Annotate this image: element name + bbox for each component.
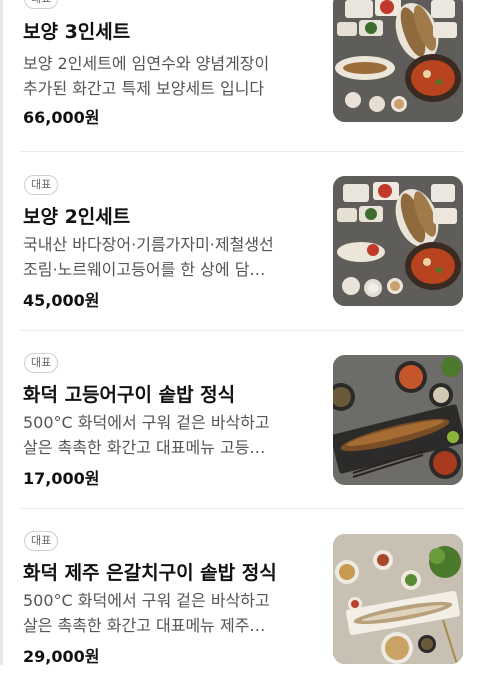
menu-item[interactable]: 대표 보양 2인세트 국내산 바다장어·기름가자미·제철생선 조림·노르웨이고등… (0, 170, 477, 320)
item-divider (20, 508, 463, 509)
description-line: 국내산 바다장어·기름가자미·제철생선 (23, 235, 274, 254)
menu-item[interactable]: 대표 화덕 고등어구이 솥밥 정식 500°C 화덕에서 구워 겉은 바삭하고 … (0, 348, 477, 498)
menu-item-name: 보양 2인세트 (23, 206, 131, 228)
description-line: 조림·노르웨이고등어를 한 상에 담… (23, 260, 266, 279)
menu-item-name: 화덕 고등어구이 솥밥 정식 (23, 384, 236, 406)
representative-badge: 대표 (24, 175, 59, 195)
food-photo-icon[interactable] (333, 0, 463, 122)
description-line: 500°C 화덕에서 구워 겉은 바삭하고 (23, 413, 270, 432)
menu-item-name: 화덕 제주 은갈치구이 솥밥 정식 (23, 562, 277, 584)
representative-badge: 대표 (24, 0, 59, 9)
food-photo-icon[interactable] (333, 534, 463, 664)
item-divider (20, 151, 463, 152)
menu-item[interactable]: 대표 화덕 제주 은갈치구이 솥밥 정식 500°C 화덕에서 구워 겉은 바삭… (0, 526, 477, 676)
menu-item-price: 29,000원 (23, 647, 100, 666)
representative-badge: 대표 (24, 531, 59, 551)
menu-item-price: 45,000원 (23, 291, 100, 310)
item-divider (20, 330, 463, 331)
description-line: 추가된 화간고 특제 보양세트 입니다 (23, 79, 265, 98)
menu-item-price: 17,000원 (23, 469, 100, 488)
food-photo-icon[interactable] (333, 176, 463, 306)
description-line: 보양 2인세트에 임연수와 양념게장이 (23, 54, 270, 73)
menu-item-name: 보양 3인세트 (23, 21, 131, 43)
menu-item-description: 500°C 화덕에서 구워 겉은 바삭하고 살은 촉촉한 화간고 대표메뉴 고등… (23, 410, 313, 460)
description-line: 살은 촉촉한 화간고 대표메뉴 고등… (23, 438, 266, 457)
description-line: 500°C 화덕에서 구워 겉은 바삭하고 (23, 591, 270, 610)
menu-item-description: 국내산 바다장어·기름가자미·제철생선 조림·노르웨이고등어를 한 상에 담… (23, 232, 313, 282)
menu-item-price: 66,000원 (23, 108, 100, 127)
menu-item-description: 500°C 화덕에서 구워 겉은 바삭하고 살은 촉촉한 화간고 대표메뉴 제주… (23, 588, 313, 638)
food-photo-icon[interactable] (333, 355, 463, 485)
representative-badge: 대표 (24, 353, 59, 373)
menu-item-description: 보양 2인세트에 임연수와 양념게장이 추가된 화간고 특제 보양세트 입니다 (23, 51, 313, 101)
description-line: 살은 촉촉한 화간고 대표메뉴 제주… (23, 616, 266, 635)
menu-item[interactable]: 대표 보양 3인세트 보양 2인세트에 임연수와 양념게장이 추가된 화간고 특… (0, 0, 477, 142)
